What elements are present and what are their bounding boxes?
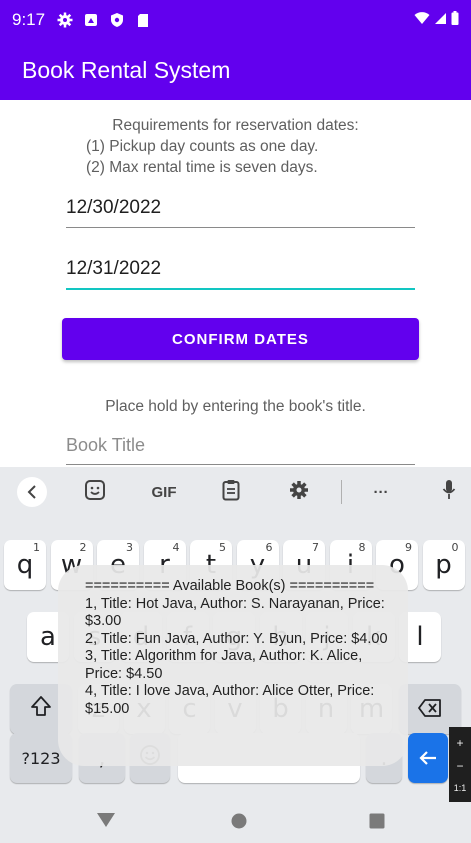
zoom-out-button[interactable]: − (456, 759, 463, 773)
symbols-label: ?123 (21, 748, 61, 768)
recents-square-icon (369, 813, 385, 834)
voice-input-button[interactable] (437, 477, 461, 507)
requirement-rule-1: (1) Pickup day counts as one day. (86, 138, 319, 155)
clipboard-icon (222, 479, 240, 505)
gear-icon (289, 480, 309, 504)
requirements-heading: Requirements for reservation dates: (112, 117, 359, 134)
status-time: 9:17 (12, 10, 46, 29)
pickup-date-value: 12/30/2022 (66, 197, 162, 218)
book-title-placeholder: Book Title (66, 435, 146, 455)
hold-hint-text: Place hold by entering the book's title. (105, 398, 366, 415)
gear-icon (57, 12, 73, 28)
key-q-number: 1 (33, 541, 40, 554)
recents-button[interactable] (369, 813, 385, 834)
book-title-input[interactable]: Book Title (66, 425, 415, 465)
key-o-number: 9 (405, 541, 412, 554)
key-e-number: 3 (126, 541, 133, 554)
app-bar: Book Rental System (0, 40, 471, 100)
key-w-number: 2 (79, 541, 87, 554)
key-q-label: q (16, 550, 34, 580)
clipboard-button[interactable] (216, 477, 246, 507)
key-l-label: l (416, 622, 424, 652)
keyboard-settings-button[interactable] (284, 477, 314, 507)
more-horizontal-icon: ··· (373, 483, 389, 501)
status-bar: 9:17 (0, 0, 471, 40)
signal-icon (434, 11, 447, 30)
app-title: Book Rental System (22, 56, 231, 83)
wifi-icon (414, 11, 430, 30)
keyboard-toolbar: GIF ··· (0, 467, 471, 517)
key-p[interactable]: p0 (422, 540, 465, 590)
key-u-number: 7 (312, 541, 319, 554)
toast-book-3: 3, Title: Algorithm for Java, Author: K.… (85, 648, 363, 682)
confirm-dates-label: CONFIRM DATES (172, 330, 309, 348)
requirements-text: Requirements for reservation dates: (1) … (0, 115, 471, 178)
zoom-ratio-label[interactable]: 1:1 (454, 783, 467, 793)
toast-book-2: 2, Title: Fun Java, Author: Y. Byun, Pri… (85, 630, 388, 647)
navigation-bar (0, 802, 471, 843)
back-button[interactable] (96, 812, 116, 833)
backspace-icon (418, 694, 442, 724)
microphone-icon (442, 479, 456, 505)
gif-button[interactable]: GIF (146, 477, 182, 507)
more-options-button[interactable]: ··· (366, 477, 396, 507)
key-p-label: p (435, 550, 452, 580)
screenshot-icon (83, 12, 99, 28)
confirm-dates-button[interactable]: CONFIRM DATES (62, 318, 419, 360)
requirement-rule-2: (2) Max rental time is seven days. (86, 159, 318, 176)
zoom-in-button[interactable]: + (456, 736, 463, 750)
keyboard-collapse-button[interactable] (14, 477, 50, 507)
key-q[interactable]: q1 (4, 540, 46, 590)
pickup-date-field[interactable]: 12/30/2022 (66, 188, 415, 228)
status-notification-icons (57, 12, 151, 28)
battery-icon (451, 10, 459, 30)
shift-icon (30, 694, 52, 724)
shield-icon (109, 12, 125, 28)
toolbar-divider (341, 480, 342, 504)
home-circle-icon (231, 813, 247, 834)
toast-book-4: 4, Title: I love Java, Author: Alice Ott… (85, 683, 375, 717)
key-i-number: 8 (358, 541, 366, 554)
sticker-button[interactable] (80, 477, 110, 507)
sticker-icon (84, 479, 106, 505)
home-button[interactable] (231, 813, 247, 834)
toast-book-1: 1, Title: Hot Java, Author: S. Narayanan… (85, 595, 385, 630)
toast-header: ========== Available Book(s) ========== (85, 578, 375, 594)
gif-label: GIF (151, 483, 177, 501)
sd-card-icon (135, 12, 151, 28)
arrow-left-icon (418, 743, 438, 773)
return-date-field[interactable]: 12/31/2022 (66, 250, 415, 290)
key-r-number: 4 (172, 541, 180, 554)
enter-key[interactable] (408, 733, 448, 783)
key-a-label: a (40, 622, 56, 652)
key-y-number: 6 (265, 541, 273, 554)
available-books-toast: ========== Available Book(s) ========== … (58, 565, 408, 766)
return-date-value: 12/31/2022 (66, 258, 162, 279)
back-triangle-icon (96, 812, 116, 833)
chevron-left-icon (17, 477, 47, 507)
status-system-icons (414, 10, 459, 30)
key-p-number: 0 (451, 541, 459, 554)
key-t-number: 5 (219, 541, 226, 554)
